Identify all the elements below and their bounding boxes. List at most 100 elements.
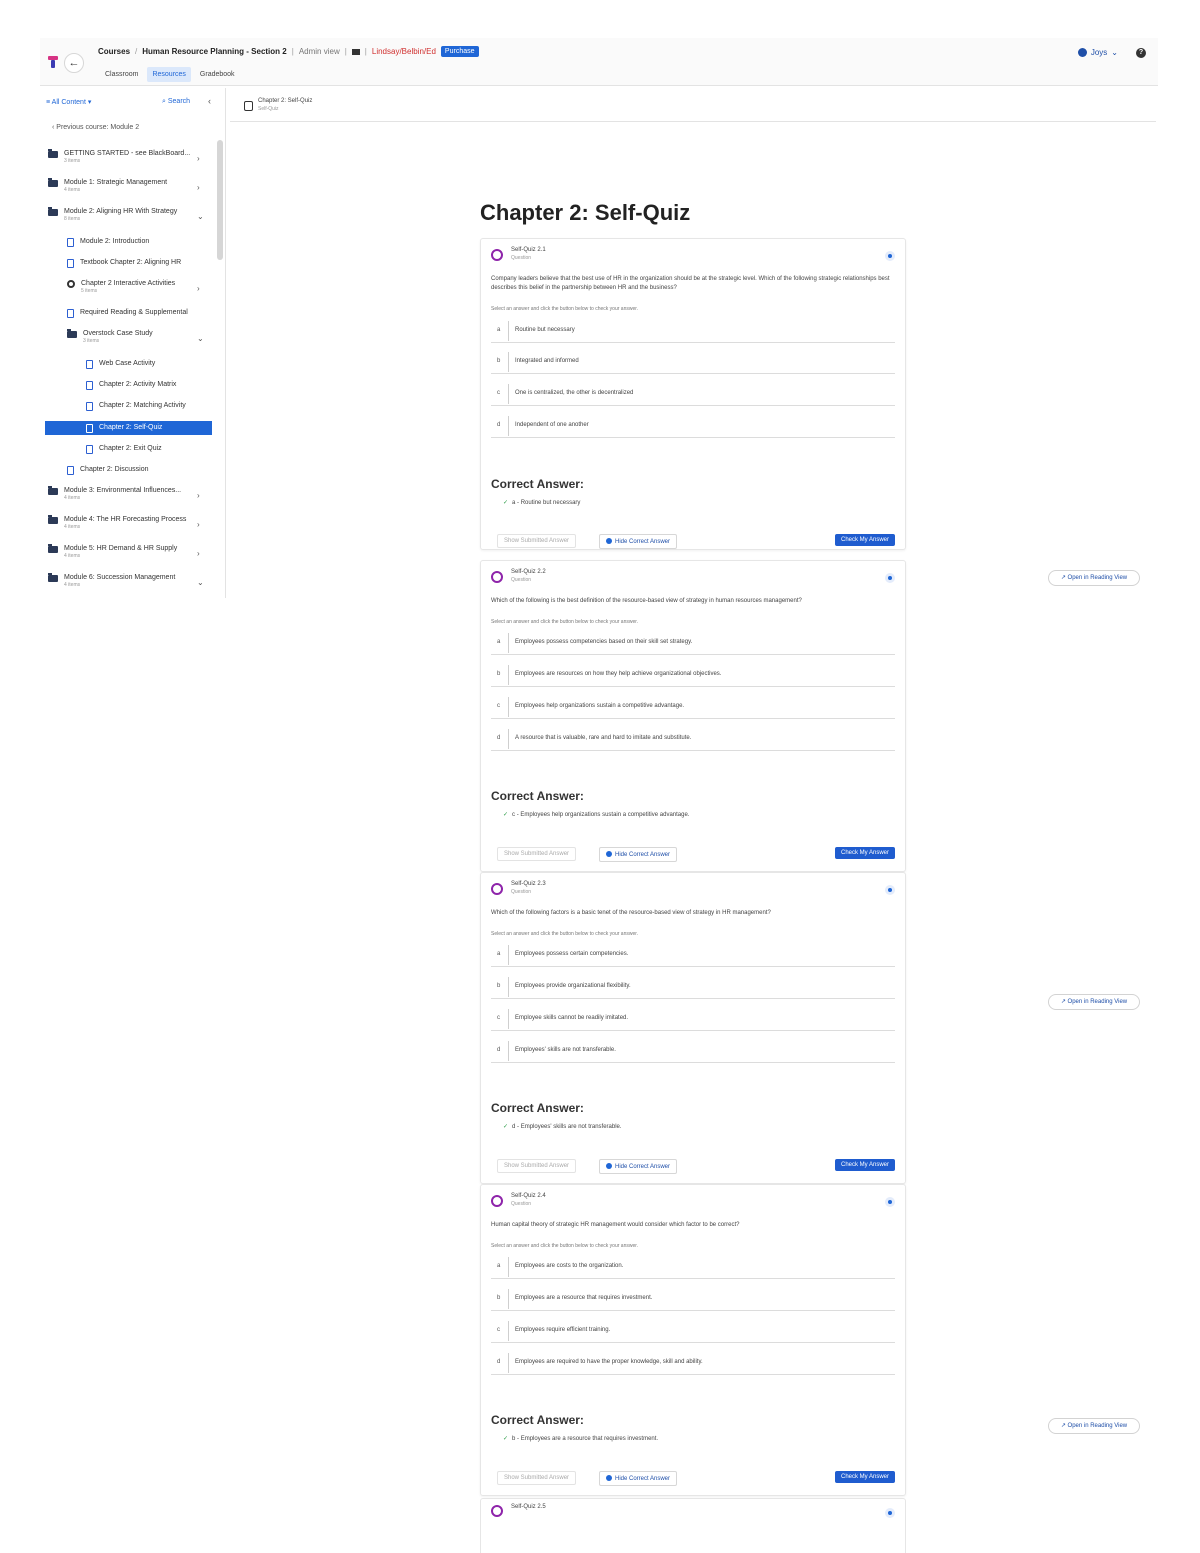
sidebar-item-matching[interactable]: Chapter 2: Matching Activity [86,402,186,411]
correct-answer-heading: Correct Answer: [491,1101,584,1115]
purchase-badge[interactable]: Purchase [440,46,479,57]
filter-button[interactable]: ≡ All Content ▾ [46,98,91,106]
question-text: Which of the following is the best defin… [491,598,802,604]
sidebar-item-module-1[interactable]: Module 1: Strategic Management 4 items [48,178,167,193]
answer-option[interactable]: a Employees possess certain competencies. [491,943,895,967]
answer-option[interactable]: c One is centralized, the other is decent… [491,382,895,406]
sidebar: ≡ All Content ▾ ⌕ Search ‹ ‹ Previous co… [40,88,226,598]
check-my-answer-button[interactable]: Check My Answer [834,847,895,859]
sidebar-item-module-2[interactable]: Module 2: Aligning HR With Strategy 8 ite… [48,207,177,222]
answer-option[interactable]: d Independent of one another [491,414,895,438]
check-my-answer-button[interactable]: Check My Answer [834,1159,895,1171]
chevron-right-icon[interactable]: › [197,284,200,293]
sidebar-item-required-reading[interactable]: Required Reading & Supplemental [67,309,188,318]
show-submitted-answer-button[interactable]: Show Submitted Answer [497,1159,577,1173]
sidebar-item-exit-quiz[interactable]: Chapter 2: Exit Quiz [86,445,162,454]
chevron-right-icon[interactable]: › [197,549,200,558]
breadcrumb-view[interactable]: Admin view [299,47,340,56]
hide-correct-answer-button[interactable]: Hide Correct Answer [599,534,678,549]
open-reading-view-button[interactable]: ↗ Open in Reading View [1048,994,1140,1010]
answer-option[interactable]: d Employees' skills are not transferable. [491,1039,895,1063]
question-text: Which of the following factors is a basi… [491,910,771,916]
hide-correct-answer-button[interactable]: Hide Correct Answer [599,1471,678,1486]
sidebar-scrollbar[interactable] [217,140,223,260]
chevron-right-icon[interactable]: › [197,154,200,163]
sidebar-item-textbook-ch2[interactable]: Textbook Chapter 2: Aligning HR [67,259,181,268]
tab-gradebook[interactable]: Gradebook [195,67,240,82]
sidebar-item-interactive[interactable]: Chapter 2 Interactive Activities 5 items [67,280,175,294]
answer-option[interactable]: c Employee skills cannot be readily imita… [491,1007,895,1031]
back-button[interactable]: ← [64,53,84,73]
user-icon [1077,48,1087,57]
sidebar-item-activity-matrix[interactable]: Chapter 2: Activity Matrix [86,381,176,390]
view-icon[interactable] [885,1508,895,1518]
quiz-subtitle: Question [511,255,532,261]
sidebar-item-module-6[interactable]: Module 6: Succession Management 4 items [48,573,175,588]
correct-answer-text: ✓ a - Routine but necessary [503,500,581,506]
view-icon[interactable] [885,251,895,261]
tab-resources[interactable]: Resources [147,67,191,82]
sidebar-item-web-case[interactable]: Web Case Activity [86,360,155,369]
hide-correct-answer-button[interactable]: Hide Correct Answer [599,847,678,862]
question-instruction: Select an answer and click the button be… [491,619,639,625]
tab-classroom[interactable]: Classroom [100,67,143,82]
show-submitted-answer-button[interactable]: Show Submitted Answer [497,1471,577,1485]
breadcrumb-courses[interactable]: Courses [98,47,130,56]
view-icon[interactable] [885,885,895,895]
user-menu[interactable]: Joys ⌄ [1077,48,1118,57]
sidebar-item-discussion[interactable]: Chapter 2: Discussion [67,466,148,475]
correct-answer-heading: Correct Answer: [491,1413,584,1427]
folder-icon [48,544,58,553]
search-button[interactable]: ⌕ Search [162,98,190,106]
chevron-down-icon: ⌄ [1111,48,1118,57]
answer-option[interactable]: a Routine but necessary [491,319,895,343]
answer-option[interactable]: b Employees are a resource that requires … [491,1287,895,1311]
book-icon[interactable] [351,48,360,55]
show-submitted-answer-button[interactable]: Show Submitted Answer [497,847,577,861]
chevron-right-icon[interactable]: › [197,520,200,529]
sidebar-item-module-2-intro[interactable]: Module 2: Introduction [67,238,149,247]
previous-course-link[interactable]: ‹ Previous course: Module 2 [52,124,139,131]
open-reading-view-button[interactable]: ↗ Open in Reading View [1048,1418,1140,1434]
sidebar-item-getting-started[interactable]: GETTING STARTED - see BlackBoard... 3 ite… [48,149,190,164]
hide-correct-answer-button[interactable]: Hide Correct Answer [599,1159,678,1174]
chevron-right-icon[interactable]: › [197,491,200,500]
view-icon[interactable] [885,1197,895,1207]
app-logo[interactable] [48,56,58,70]
breadcrumb-author[interactable]: Lindsay/Belbin/Ed [372,47,436,56]
collapse-sidebar-icon[interactable]: ‹ [208,96,211,106]
correct-answer-heading: Correct Answer: [491,477,584,491]
check-icon: ✓ [503,1436,509,1442]
open-reading-view-button[interactable]: ↗ Open in Reading View [1048,570,1140,586]
check-icon: ✓ [503,812,509,818]
quiz-card: Self-Quiz 2.1 Question Company leaders b… [480,238,906,550]
chevron-down-icon[interactable]: ⌄ [197,334,204,343]
sidebar-item-module-3[interactable]: Module 3: Environmental Influences... 4 i… [48,486,181,501]
sidebar-item-overstock-case[interactable]: Overstock Case Study 3 items [67,329,153,344]
check-my-answer-button[interactable]: Check My Answer [834,534,895,546]
breadcrumb-course-name[interactable]: Human Resource Planning - Section 2 [142,47,286,56]
chevron-down-icon[interactable]: ⌄ [197,212,204,221]
chevron-down-icon[interactable]: ⌄ [197,578,204,587]
help-icon[interactable]: ? [1136,48,1146,58]
answer-option[interactable]: b Employees provide organizational flexib… [491,975,895,999]
answer-option[interactable]: a Employees possess competencies based on… [491,631,895,655]
sidebar-item-module-5[interactable]: Module 5: HR Demand & HR Supply 4 items [48,544,177,559]
check-my-answer-button[interactable]: Check My Answer [834,1471,895,1483]
answer-option[interactable]: c Employees help organizations sustain a … [491,695,895,719]
chevron-right-icon[interactable]: › [197,183,200,192]
folder-icon [67,329,77,338]
sidebar-item-self-quiz[interactable]: Chapter 2: Self-Quiz [86,424,162,433]
answer-option[interactable]: b Integrated and informed [491,350,895,374]
gear-icon [67,280,75,288]
view-icon[interactable] [885,573,895,583]
answer-option[interactable]: a Employees are costs to the organization… [491,1255,895,1279]
answer-option[interactable]: dA resource that is valuable, rare and h… [491,727,895,751]
course-tabs: Classroom Resources Gradebook [100,67,240,82]
answer-option[interactable]: d Employees are required to have the prop… [491,1351,895,1375]
answer-option[interactable]: c Employees require efficient training. [491,1319,895,1343]
quiz-icon [491,1505,503,1517]
sidebar-item-module-4[interactable]: Module 4: The HR Forecasting Process 4 it… [48,515,186,530]
show-submitted-answer-button[interactable]: Show Submitted Answer [497,534,577,548]
answer-option[interactable]: b Employees are resources on how they hel… [491,663,895,687]
